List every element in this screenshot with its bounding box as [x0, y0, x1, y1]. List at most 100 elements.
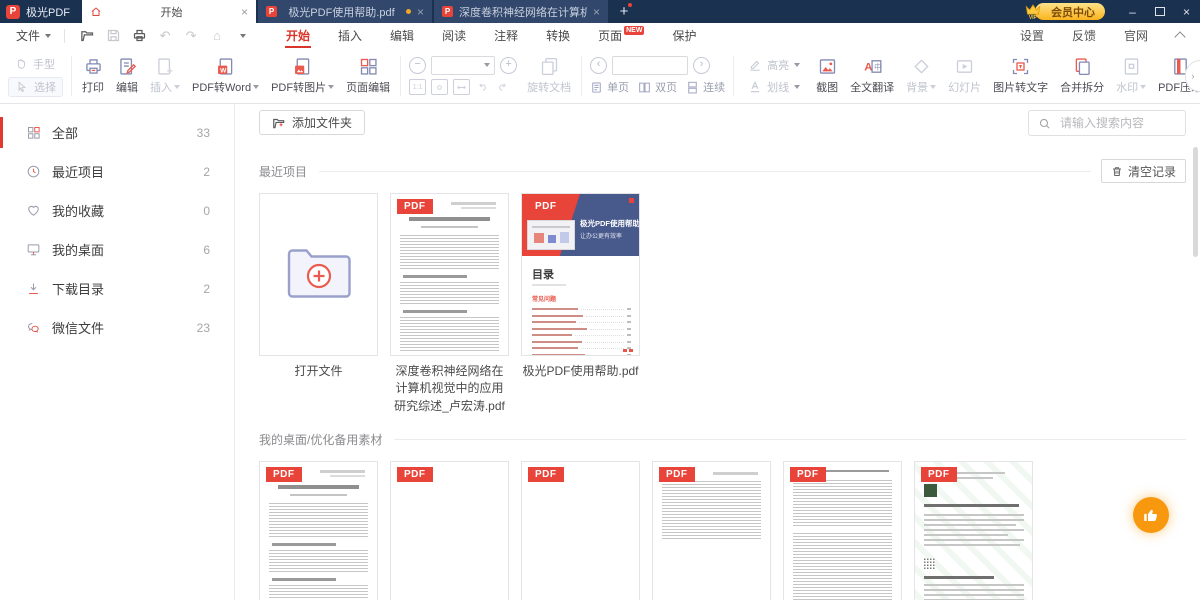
- sidebar-item-all[interactable]: 全部 33: [0, 113, 234, 152]
- double-page-button[interactable]: 双页: [638, 79, 677, 95]
- zoom-out-button[interactable]: −: [409, 57, 426, 74]
- pdf-thumbnail[interactable]: PDF: [390, 461, 509, 600]
- select-tool-button[interactable]: 选择: [8, 77, 63, 97]
- tab-document-2[interactable]: P 深度卷积神经网络在计算机... ×: [434, 0, 608, 23]
- underline-button[interactable]: 划线: [742, 78, 806, 96]
- redo-button[interactable]: ↷: [182, 27, 200, 44]
- close-window-button[interactable]: ×: [1173, 0, 1200, 23]
- sidebar-item-desktop[interactable]: 我的桌面 6: [0, 230, 234, 269]
- print-button[interactable]: 打印: [76, 56, 110, 95]
- watermark-button[interactable]: 水印: [1110, 56, 1152, 95]
- save-button[interactable]: [104, 27, 122, 44]
- desktop-pdf-card[interactable]: PDF: [783, 461, 902, 600]
- sidebar-item-downloads[interactable]: 下载目录 2: [0, 269, 234, 308]
- search-input[interactable]: [1058, 115, 1185, 131]
- highlight-button[interactable]: 高亮: [742, 56, 806, 74]
- button-label: 截图: [816, 79, 838, 95]
- actual-size-button[interactable]: 1:1: [409, 79, 426, 95]
- tab-document-1[interactable]: P 极光PDF使用帮助.pdf ×: [258, 0, 432, 23]
- chevron-down-icon: [794, 63, 800, 70]
- recent-pdf-card-paper[interactable]: PDF 深度卷积神经网络在计算机视觉中的应用研究综述_卢宏涛.pdf: [390, 193, 509, 415]
- print-button[interactable]: [130, 27, 148, 44]
- ribbon-tab-edit[interactable]: 编辑: [376, 23, 428, 48]
- feedback-like-button[interactable]: [1133, 497, 1169, 533]
- single-page-button[interactable]: 单页: [590, 79, 629, 95]
- scrollbar[interactable]: [1193, 147, 1198, 257]
- pdf-thumbnail[interactable]: PDF: [390, 193, 509, 356]
- background-button[interactable]: 背景: [900, 56, 942, 95]
- edit-button[interactable]: 编辑: [110, 56, 144, 95]
- add-folder-button[interactable]: 添加文件夹: [259, 110, 365, 135]
- close-icon[interactable]: ×: [417, 6, 424, 18]
- feedback-link[interactable]: 反馈: [1072, 27, 1096, 44]
- settings-link[interactable]: 设置: [1020, 27, 1044, 44]
- tab-home[interactable]: 开始 ×: [82, 0, 256, 23]
- pdf-to-image-button[interactable]: PDF转图片: [265, 56, 340, 95]
- desktop-pdf-card[interactable]: PDF: [521, 461, 640, 600]
- ribbon-tab-annotate[interactable]: 注释: [480, 23, 532, 48]
- ribbon-tab-insert[interactable]: 插入: [324, 23, 376, 48]
- website-link[interactable]: 官网: [1124, 27, 1148, 44]
- file-menu[interactable]: 文件: [12, 27, 55, 44]
- collapse-toolbar-icon[interactable]: [1174, 31, 1185, 42]
- open-file-tile[interactable]: [259, 193, 378, 356]
- next-page-button[interactable]: ›: [693, 57, 710, 74]
- sidebar-item-wechat[interactable]: 微信文件 23: [0, 308, 234, 347]
- add-file-folder-icon: [286, 244, 352, 300]
- desktop-pdf-card[interactable]: PDF: [259, 461, 378, 600]
- screenshot-button[interactable]: 截图: [810, 56, 844, 95]
- pdf-thumbnail[interactable]: PDF 极光PDF使用帮助 让办公更有效率 目录: [521, 193, 640, 356]
- merge-split-button[interactable]: 合并拆分: [1054, 56, 1110, 95]
- pdf-to-word-button[interactable]: W PDF转Word: [186, 56, 265, 95]
- underline-label: 划线: [767, 79, 789, 95]
- full-text-translate-button[interactable]: A中 全文翻译: [844, 56, 900, 95]
- maximize-button[interactable]: [1146, 0, 1173, 23]
- pdf-thumbnail[interactable]: PDF: [259, 461, 378, 600]
- sidebar-item-recent[interactable]: 最近项目 2: [0, 152, 234, 191]
- pdf-thumbnail[interactable]: PDF: [652, 461, 771, 600]
- ribbon-tab-convert[interactable]: 转换: [532, 23, 584, 48]
- continuous-button[interactable]: 连续: [686, 79, 725, 95]
- close-icon[interactable]: ×: [593, 6, 600, 18]
- home-nav-button[interactable]: ⌂: [208, 27, 226, 44]
- rotate-document-button[interactable]: 旋转文档: [521, 56, 577, 95]
- sidebar-item-favorites[interactable]: 我的收藏 0: [0, 191, 234, 230]
- desktop-pdf-card[interactable]: PDF: [390, 461, 509, 600]
- fit-width-button[interactable]: [453, 79, 470, 95]
- clear-history-button[interactable]: 清空记录: [1101, 159, 1186, 183]
- member-center-button[interactable]: VIP 会员中心: [1021, 0, 1105, 23]
- button-label: 全文翻译: [850, 79, 894, 95]
- rotate-left-button[interactable]: [475, 80, 490, 94]
- zoom-in-button[interactable]: +: [500, 57, 517, 74]
- ribbon-tab-start[interactable]: 开始: [272, 23, 324, 48]
- page-edit-button[interactable]: 页面编辑: [340, 56, 396, 95]
- zoom-level-select[interactable]: [431, 56, 495, 75]
- close-icon[interactable]: ×: [241, 6, 248, 18]
- recent-pdf-card-help[interactable]: PDF 极光PDF使用帮助 让办公更有效率 目录: [521, 193, 640, 415]
- pdf-thumbnail[interactable]: PDF: [521, 461, 640, 600]
- ribbon-tab-protect[interactable]: 保护: [658, 23, 710, 48]
- new-tab-button[interactable]: +: [610, 0, 638, 23]
- pdf-thumbnail[interactable]: PDF: [783, 461, 902, 600]
- prev-page-button[interactable]: ‹: [590, 57, 607, 74]
- divider: [319, 171, 1091, 172]
- pdf-thumbnail[interactable]: PDF: [914, 461, 1033, 600]
- slideshow-icon: [954, 56, 975, 77]
- hand-tool-button[interactable]: 手型: [8, 55, 63, 73]
- open-file-card[interactable]: 打开文件: [259, 193, 378, 415]
- insert-button[interactable]: 插入: [144, 56, 186, 95]
- rotate-right-button[interactable]: [495, 80, 510, 94]
- page-number-input[interactable]: [612, 56, 688, 75]
- desktop-pdf-card[interactable]: PDF: [914, 461, 1033, 600]
- undo-button[interactable]: ↶: [156, 27, 174, 44]
- desktop-pdf-card[interactable]: PDF: [652, 461, 771, 600]
- toolbar-options-button[interactable]: [234, 27, 252, 44]
- open-folder-button[interactable]: [78, 27, 96, 44]
- fit-page-button[interactable]: [431, 79, 448, 95]
- ribbon-tab-page[interactable]: 页面NEW: [584, 23, 658, 48]
- image-to-text-button[interactable]: 图片转文字: [987, 56, 1054, 95]
- highlight-pen-icon: [748, 58, 762, 72]
- ribbon-tab-read[interactable]: 阅读: [428, 23, 480, 48]
- slideshow-button[interactable]: 幻灯片: [942, 56, 987, 95]
- minimize-button[interactable]: –: [1119, 0, 1146, 23]
